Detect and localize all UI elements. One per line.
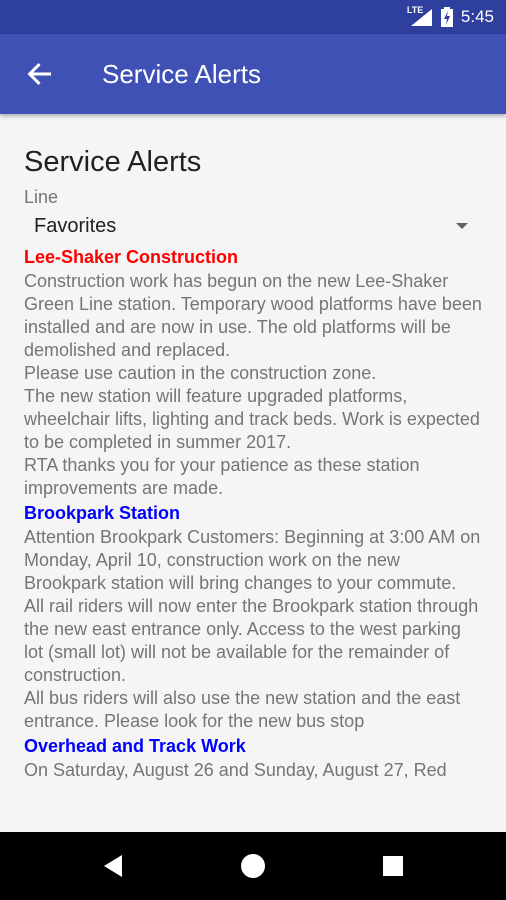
- back-arrow-icon[interactable]: [24, 58, 56, 90]
- nav-recents-icon[interactable]: [375, 848, 411, 884]
- nav-back-icon[interactable]: [96, 848, 132, 884]
- line-select-value: Favorites: [34, 215, 117, 237]
- alert-paragraph: RTA thanks you for your patience as thes…: [24, 455, 420, 498]
- alert-item: Brookpark Station Attention Brookpark Cu…: [24, 500, 482, 733]
- alert-paragraph: Please use caution in the construction z…: [24, 363, 377, 383]
- app-bar: Service Alerts: [0, 34, 506, 114]
- alert-item: Lee-Shaker Construction Construction wor…: [24, 244, 482, 500]
- line-select[interactable]: Favorites: [24, 208, 482, 244]
- alert-body: On Saturday, August 26 and Sunday, Augus…: [24, 759, 482, 782]
- line-label: Line: [24, 187, 59, 207]
- alert-paragraph: All rail riders will now enter the Brook…: [24, 596, 479, 685]
- page-title: Service Alerts: [24, 146, 202, 178]
- nav-home-icon[interactable]: [235, 848, 271, 884]
- clock: 5:45: [460, 7, 494, 26]
- app-bar-title: Service Alerts: [102, 59, 261, 89]
- alert-item: Overhead and Track Work On Saturday, Aug…: [24, 733, 482, 782]
- alert-title: Lee-Shaker Construction: [24, 247, 239, 267]
- dropdown-arrow-icon[interactable]: [456, 223, 468, 229]
- alert-paragraph: Construction work has begun on the new L…: [24, 271, 482, 360]
- alert-paragraph: Attention Brookpark Customers: Beginning…: [24, 527, 481, 593]
- alert-title: Brookpark Station: [24, 503, 181, 523]
- alert-paragraph: The new station will feature upgraded pl…: [24, 386, 480, 452]
- system-nav-bar: [0, 832, 506, 900]
- battery-icon: [440, 7, 453, 27]
- main-content[interactable]: Service Alerts Line Favorites Lee-Shaker…: [0, 114, 506, 832]
- alert-body: Construction work has begun on the new L…: [24, 270, 482, 500]
- status-icons: LTE 5:45: [407, 0, 494, 34]
- alert-title: Overhead and Track Work: [24, 736, 246, 756]
- alert-body: Attention Brookpark Customers: Beginning…: [24, 526, 482, 733]
- lte-icon: LTE: [407, 5, 433, 27]
- status-bar: LTE 5:45: [0, 0, 506, 34]
- alert-paragraph: On Saturday, August 26 and Sunday, Augus…: [24, 760, 447, 780]
- alert-paragraph: All bus riders will also use the new sta…: [24, 688, 461, 731]
